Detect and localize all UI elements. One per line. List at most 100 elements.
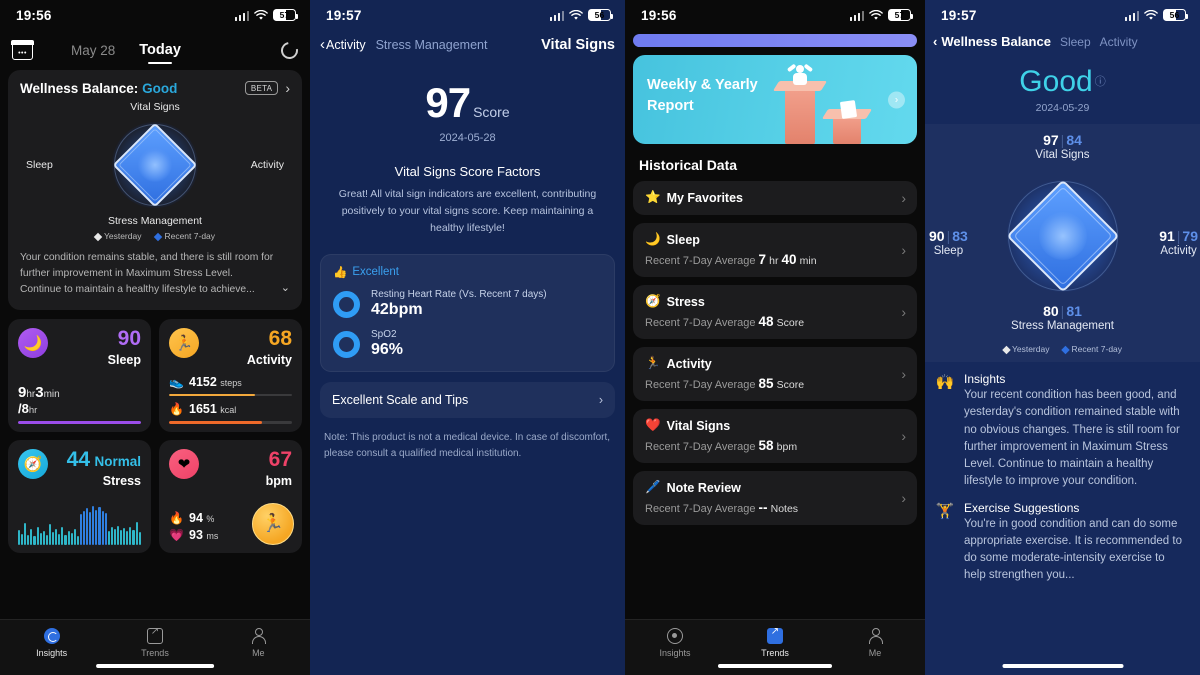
- chevron-right-icon: ›: [901, 366, 906, 382]
- row-stress[interactable]: 🧭 Stress Recent 7-Day Average 48 Score ›: [633, 285, 917, 339]
- tab-trends[interactable]: Trends: [725, 626, 825, 658]
- chevron-right-icon: ›: [901, 242, 906, 258]
- tab-me[interactable]: Me: [825, 627, 925, 658]
- heart-rate-card[interactable]: ❤ 67 bpm 🔥 94 % 💗 93 ms 🏃: [159, 439, 302, 553]
- radar-legend: Yesterday Recent 7-day: [20, 231, 290, 241]
- chevron-right-icon: ›: [901, 490, 906, 506]
- insights-text: Your recent condition has been good, and…: [964, 389, 1180, 488]
- tab-trends-label: Trends: [141, 648, 169, 658]
- exercise-text: You're in good condition and can do some…: [964, 517, 1182, 582]
- wellness-balance-card[interactable]: Wellness Balance: Good BETA › Vital Sign…: [8, 70, 302, 310]
- stress-bar: [55, 529, 58, 545]
- tab-activity[interactable]: Activity: [1100, 35, 1138, 49]
- chevron-right-icon[interactable]: ›: [285, 80, 290, 96]
- score-date: 2024-05-28: [439, 132, 496, 144]
- home-indicator: [96, 663, 214, 668]
- legend-yesterday: Yesterday: [1001, 344, 1049, 354]
- person-icon: [250, 628, 267, 644]
- legend-recent: Recent 7-day: [154, 231, 215, 241]
- tab-stress-management[interactable]: Stress Management: [376, 38, 488, 52]
- radar-graphic: [1005, 179, 1120, 293]
- stress-bar-chart: [18, 503, 141, 545]
- insights-icon: [667, 628, 683, 644]
- row-my-favorites[interactable]: ⭐ My Favorites ›: [633, 181, 917, 215]
- stress-bar: [98, 507, 101, 545]
- status-time: 19:57: [326, 7, 362, 23]
- metric-row-spo2: SpO2 96%: [333, 329, 602, 359]
- battery-icon: 57: [273, 9, 298, 21]
- excellent-header: 👍 Excellent: [333, 266, 399, 280]
- stress-bar: [58, 534, 61, 545]
- metric-name: Resting Heart Rate (Vs. Recent 7 days): [371, 289, 547, 301]
- row-vital-signs[interactable]: ❤️ Vital Signs Recent 7-Day Average 58 bp…: [633, 409, 917, 463]
- wellness-date: 2024-05-29: [1035, 102, 1090, 114]
- score-label: Score: [473, 104, 510, 120]
- kcal-progress-bar: [169, 421, 292, 424]
- row-title: Note Review: [666, 480, 741, 495]
- cellular-bars-icon: [234, 10, 249, 21]
- back-to-activity-button[interactable]: ‹ Activity: [320, 36, 366, 53]
- stress-bar: [30, 529, 33, 545]
- stress-bar: [21, 534, 24, 545]
- row-subtitle: Recent 7-Day Average 7 hr 40 min: [645, 252, 817, 267]
- tab-me[interactable]: Me: [207, 627, 310, 658]
- tab-insights[interactable]: Insights: [625, 627, 725, 658]
- pen-icon: 🖊️: [645, 480, 661, 494]
- status-bar: 19:56 57: [0, 0, 310, 30]
- kcal-metric: 🔥 1651 kcal: [169, 402, 237, 417]
- chevron-left-icon: ‹: [933, 34, 938, 49]
- row-title: Vital Signs: [666, 418, 731, 433]
- tab-insights[interactable]: Insights: [0, 627, 103, 658]
- metric-value: 96%: [371, 341, 404, 359]
- heart-icon: ❤️: [645, 418, 661, 432]
- wellness-status: Good: [142, 80, 178, 96]
- row-sleep[interactable]: 🌙 Sleep Recent 7-Day Average 7 hr 40 min …: [633, 223, 917, 277]
- tab-trends-label: Trends: [761, 648, 789, 658]
- tab-sleep[interactable]: Sleep: [1060, 35, 1091, 49]
- beta-badge: BETA: [244, 81, 279, 95]
- tab-insights-label: Insights: [36, 648, 68, 658]
- celebrate-person-icon: 🙌: [935, 374, 955, 391]
- refresh-icon[interactable]: [277, 38, 302, 62]
- back-button[interactable]: ‹ Wellness Balance: [933, 34, 1051, 49]
- weekly-yearly-report-banner[interactable]: Weekly & Yearly Report ›: [633, 55, 917, 144]
- stress-card[interactable]: 🧭 44 Normal Stress: [8, 439, 151, 553]
- phone-screen-vital-signs: 19:57 56 ‹ Activity Stress Management Vit…: [310, 0, 625, 675]
- home-indicator: [718, 663, 832, 668]
- wellness-radar-chart: Vital Signs Activity Stress Management S…: [20, 101, 290, 229]
- cellular-bars-icon: [849, 10, 864, 21]
- row-note-review[interactable]: 🖊️ Note Review Recent 7-Day Average -- No…: [633, 471, 917, 525]
- date-tab-today[interactable]: Today: [139, 42, 181, 64]
- status-time: 19:57: [941, 7, 977, 23]
- stress-bar: [123, 528, 126, 545]
- wifi-icon: [254, 9, 268, 20]
- stress-bar: [120, 530, 123, 545]
- excellent-scale-tips-row[interactable]: Excellent Scale and Tips ›: [320, 382, 615, 419]
- cellular-bars-icon: [1124, 10, 1139, 21]
- banner-arrow-icon[interactable]: ›: [888, 91, 905, 108]
- info-icon[interactable]: ⓘ: [1095, 76, 1106, 88]
- heart-rate-value: 67: [268, 447, 292, 471]
- radar-label-activity: Activity: [250, 159, 284, 171]
- sleep-card[interactable]: 🌙 90 Sleep 9hr3min /8hr: [8, 318, 151, 432]
- sleep-duration: 9hr3min: [18, 384, 60, 402]
- running-badge-icon[interactable]: 🏃: [252, 502, 294, 545]
- date-tab-previous[interactable]: May 28: [71, 43, 115, 58]
- expand-caret-icon[interactable]: ⌄: [281, 280, 290, 297]
- ring-icon: [333, 290, 360, 318]
- wifi-icon: [1144, 9, 1158, 20]
- wifi-icon: [869, 9, 883, 20]
- dumbbell-icon: 🏋: [935, 502, 955, 520]
- activity-card[interactable]: 🏃 68 Activity 👟 4152 steps 🔥 1651 kcal: [159, 318, 302, 432]
- calendar-icon[interactable]: [11, 39, 34, 60]
- thumbs-up-icon: 👍: [333, 267, 348, 280]
- tab-vital-signs[interactable]: Vital Signs: [541, 37, 615, 53]
- row-subtitle: Recent 7-Day Average 85 Score: [645, 376, 805, 391]
- stress-bar: [79, 514, 82, 545]
- tab-trends[interactable]: Trends: [103, 626, 206, 658]
- radar-value-activity: 91 | 79 Activity: [1159, 228, 1198, 257]
- tab-me-label: Me: [868, 648, 882, 658]
- row-activity[interactable]: 🏃 Activity Recent 7-Day Average 85 Score …: [633, 347, 917, 401]
- score-line: 97 Score: [310, 79, 625, 127]
- status-time: 19:56: [641, 7, 677, 23]
